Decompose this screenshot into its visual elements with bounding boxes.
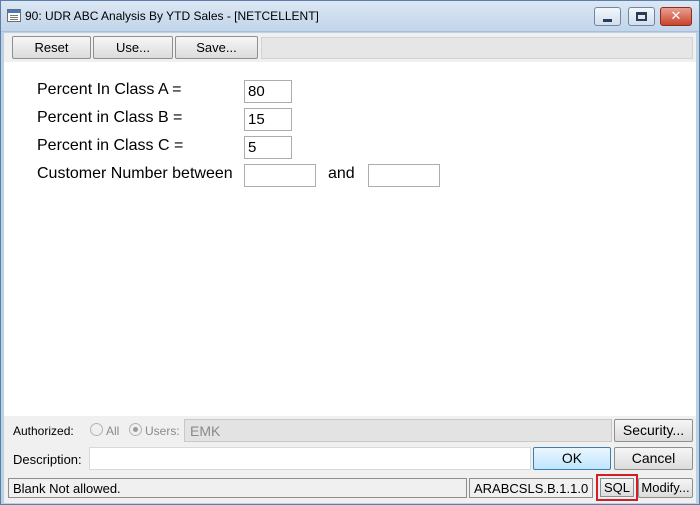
customer-to-input[interactable] <box>368 164 440 187</box>
and-label: and <box>328 165 355 182</box>
window-title: 90: UDR ABC Analysis By YTD Sales - [NET… <box>25 9 319 23</box>
customer-from-input[interactable] <box>244 164 316 187</box>
report-code: ARABCSLS.B.1.1.0 <box>469 478 593 498</box>
minimize-button[interactable] <box>594 7 621 26</box>
title-bar[interactable]: 90: UDR ABC Analysis By YTD Sales - [NET… <box>1 1 699 32</box>
description-label: Description: <box>13 452 82 467</box>
class-b-input[interactable]: 15 <box>244 108 292 131</box>
sql-button-label: SQL <box>600 478 634 497</box>
class-b-label: Percent in Class B = <box>37 109 183 126</box>
radio-all[interactable] <box>90 423 103 436</box>
security-button[interactable]: Security... <box>614 419 693 442</box>
ok-button[interactable]: OK <box>533 447 611 470</box>
class-c-input[interactable]: 5 <box>244 136 292 159</box>
sql-button[interactable]: SQL <box>596 474 638 501</box>
radio-users[interactable] <box>129 423 142 436</box>
cancel-button[interactable]: Cancel <box>614 447 693 470</box>
maximize-button[interactable] <box>628 7 655 26</box>
close-button[interactable]: ✕ <box>660 7 692 26</box>
minimize-icon <box>603 18 612 22</box>
description-input[interactable] <box>89 447 531 470</box>
form-app-icon[interactable] <box>7 9 21 22</box>
radio-users-label: Users: <box>145 424 180 438</box>
class-a-input[interactable]: 80 <box>244 80 292 103</box>
use-button[interactable]: Use... <box>93 36 173 59</box>
users-field: EMK <box>184 419 612 442</box>
reset-button[interactable]: Reset <box>12 36 91 59</box>
class-a-label: Percent In Class A = <box>37 81 182 98</box>
class-c-label: Percent in Class C = <box>37 137 184 154</box>
maximize-icon <box>636 12 647 21</box>
parameters-panel: Percent In Class A = 80 Percent in Class… <box>4 62 696 416</box>
client-area: Reset Use... Save... Percent In Class A … <box>4 33 696 503</box>
modify-button[interactable]: Modify... <box>638 478 693 498</box>
status-message: Blank Not allowed. <box>8 478 467 498</box>
customer-number-label: Customer Number between <box>37 165 233 182</box>
close-icon: ✕ <box>670 9 682 24</box>
authorized-label: Authorized: <box>13 424 74 438</box>
toolbar-info-field <box>261 37 693 59</box>
radio-all-label: All <box>106 424 120 438</box>
save-button[interactable]: Save... <box>175 36 258 59</box>
app-window: 90: UDR ABC Analysis By YTD Sales - [NET… <box>0 0 700 505</box>
